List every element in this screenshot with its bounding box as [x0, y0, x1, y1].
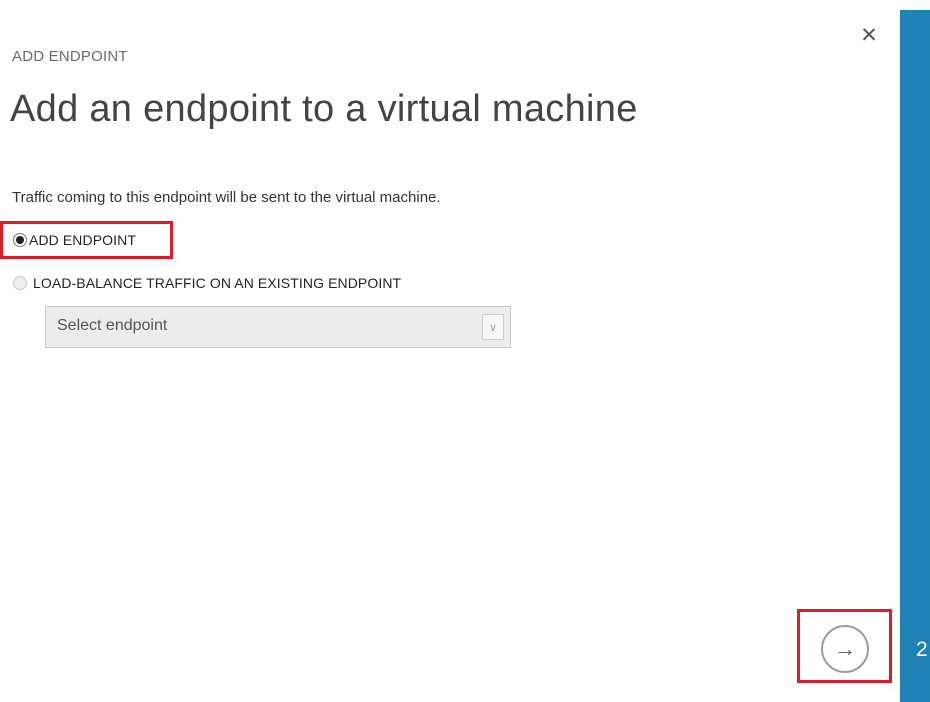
arrow-right-icon: → [834, 636, 856, 661]
page-title: Add an endpoint to a virtual machine [10, 88, 638, 130]
side-panel-bar [900, 10, 930, 702]
endpoint-select[interactable]: Select endpoint ∨ [45, 306, 511, 348]
radio-label-load-balance: LOAD-BALANCE TRAFFIC ON AN EXISTING ENDP… [33, 275, 402, 291]
step-number: 2 [916, 638, 928, 661]
next-button[interactable]: → [821, 625, 869, 673]
radio-label-add-endpoint: ADD ENDPOINT [29, 232, 136, 248]
radio-option-load-balance[interactable]: LOAD-BALANCE TRAFFIC ON AN EXISTING ENDP… [13, 275, 401, 291]
add-endpoint-dialog: ✕ ADD ENDPOINT Add an endpoint to a virt… [0, 0, 900, 702]
dialog-subtitle: ADD ENDPOINT [12, 48, 128, 65]
radio-option-add-endpoint[interactable]: ADD ENDPOINT [13, 232, 136, 248]
radio-button-checked[interactable] [13, 233, 27, 247]
chevron-down-icon[interactable]: ∨ [482, 314, 504, 340]
endpoint-select-placeholder: Select endpoint [57, 317, 168, 334]
close-icon[interactable]: ✕ [858, 25, 880, 47]
dialog-description: Traffic coming to this endpoint will be … [12, 189, 441, 206]
radio-button-unchecked[interactable] [13, 276, 27, 290]
